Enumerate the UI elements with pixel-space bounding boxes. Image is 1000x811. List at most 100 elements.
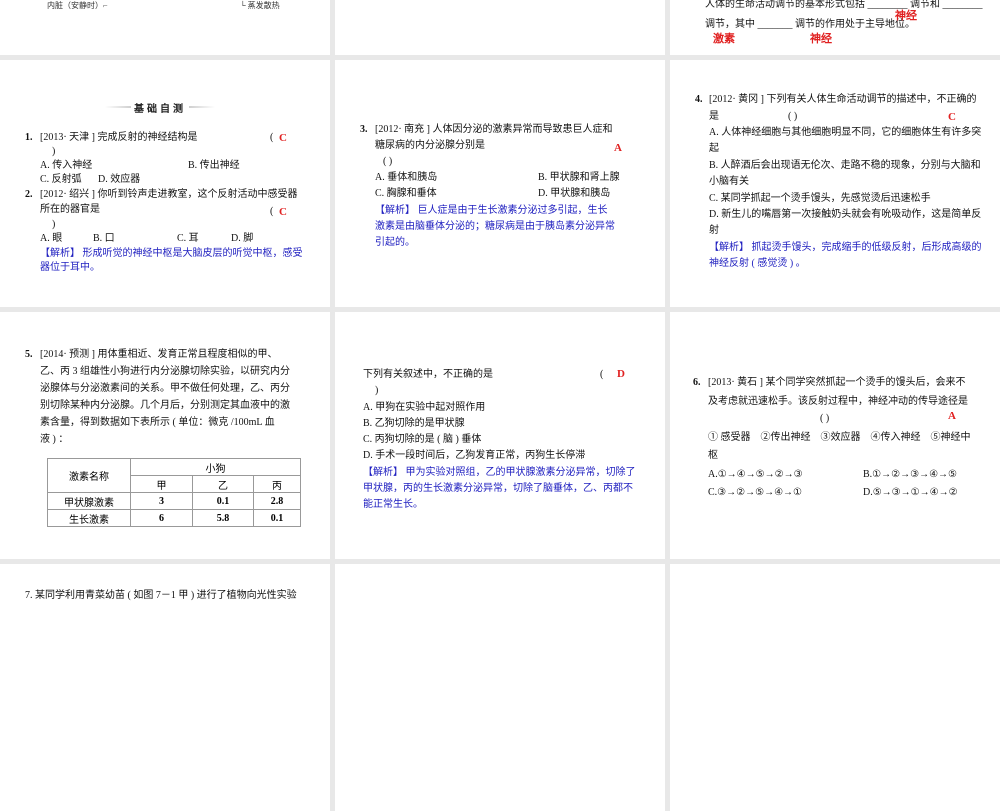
question-number: 1. — [25, 132, 33, 143]
answer-text: A — [614, 142, 622, 154]
option: A. 眼 — [40, 233, 63, 244]
answer-text: C — [948, 111, 956, 123]
option: B.①→②→③→④→⑤ — [863, 469, 957, 480]
option: D.⑤→③→①→④→② — [863, 487, 958, 498]
option: D. 手术一段时间后，乙狗发育正常，丙狗生长停滞 — [363, 450, 586, 461]
table-header: 激素名称 — [47, 458, 131, 493]
question-text: [2013· 天津 ] 完成反射的神经结构是 — [40, 132, 198, 143]
paren: ) — [52, 146, 56, 157]
table-cell: 0.1 — [253, 509, 301, 527]
answer-text: D — [617, 368, 625, 380]
answer-text: C — [279, 132, 287, 144]
question-number: 4. — [695, 94, 703, 105]
option: C.③→②→⑤→④→① — [708, 487, 802, 498]
analysis-text: 引起的。 — [375, 237, 415, 248]
option: A. 垂体和胰岛 — [375, 172, 438, 183]
paren: ) — [52, 219, 56, 230]
option: D. 效应器 — [98, 174, 141, 185]
slide-thumbnail-6[interactable]: 5. [2014· 预测 ] 用体重相近、发育正常且程度相似的甲、 乙、丙 3 … — [0, 312, 330, 559]
slide-thumbnail-9[interactable]: 7. 某同学利用青菜幼苗 ( 如图 7－1 甲 ) 进行了植物向光性实验 — [0, 564, 330, 811]
analysis-text: 【解析】 形成听觉的神经中枢是大脑皮层的听觉中枢，感受 — [40, 248, 303, 259]
analysis-text: 【解析】 甲为实验对照组，乙的甲状腺激素分泌异常，切除了 — [363, 467, 636, 478]
table-row: 生长激素 6 5.8 0.1 — [47, 509, 301, 527]
table-cell: 0.1 — [192, 492, 254, 510]
section-banner: 基础自测 — [105, 100, 215, 115]
question-text: ① 感受器 ②传出神经 ③效应器 ④传入神经 ⑤神经中 — [708, 432, 971, 443]
banner-title: 基础自测 — [131, 100, 189, 115]
question-text: 枢 — [708, 450, 718, 461]
hormone-table: 激素名称 小狗 甲 乙 丙 甲状腺激素 3 0.1 2.8 生长激素 6 5.8… — [47, 458, 301, 527]
paren: ( — [270, 206, 274, 217]
option: B. 传出神经 — [188, 160, 240, 171]
question-text: 是 — [709, 111, 719, 122]
question-text: [2014· 预测 ] 用体重相近、发育正常且程度相似的甲、 — [40, 349, 278, 360]
slide-thumbnail-4[interactable]: 3. [2012· 南充 ] 人体因分泌的激素异常而导致患巨人症和 糖尿病的内分… — [335, 60, 665, 307]
option: C. 反射弧 — [40, 174, 82, 185]
paren: ( ) — [820, 413, 830, 424]
table-cell: 生长激素 — [47, 509, 131, 527]
analysis-text: 激素是由脑垂体分泌的；糖尿病是由于胰岛素分泌异常 — [375, 221, 615, 232]
question-text: [2012· 南充 ] 人体因分泌的激素异常而导致患巨人症和 — [375, 124, 613, 135]
question-text: 及考虑就迅速松手。该反射过程中，神经冲动的传导途径是 — [708, 396, 968, 407]
answer-text: 激素 — [713, 33, 735, 45]
option: B. 口 — [93, 233, 115, 244]
slide-thumbnail-5[interactable]: 4. [2012· 黄冈 ] 下列有关人体生命活动调节的描述中，不正确的 是 (… — [670, 60, 1000, 307]
slide-thumbnail-3[interactable]: 基础自测 1. [2013· 天津 ] 完成反射的神经结构是 ( C ) A. … — [0, 60, 330, 307]
table-cell: 6 — [130, 509, 193, 527]
question-text: 乙、丙 3 组雄性小狗进行内分泌腺切除实验，以研究内分 — [40, 366, 290, 377]
slide-thumbnail-10[interactable] — [335, 564, 665, 811]
slide-thumbnail-7[interactable]: 下列有关叙述中，不正确的是 ( D ) A. 甲狗在实验中起对照作用 B. 乙狗… — [335, 312, 665, 559]
option-line: 小脑有关 — [709, 176, 749, 187]
option: B. 乙狗切除的是甲状腺 — [363, 418, 465, 429]
table-cell: 3 — [130, 492, 193, 510]
slide-thumbnail-8[interactable]: 6. [2013· 黄石 ] 某个同学突然抓起一个烫手的馒头后，会来不 及考虑就… — [670, 312, 1000, 559]
question-number: 2. — [25, 189, 33, 200]
analysis-text: 器位于耳中。 — [40, 262, 100, 273]
paren: ( — [270, 132, 274, 143]
option: B. 甲状腺和肾上腺 — [538, 172, 620, 183]
answer-text: 神经 — [810, 33, 832, 45]
slide-thumbnail-2[interactable]: 人体的生命活动调节的基本形式包括 ________ 调节和 ________ 调… — [670, 0, 1000, 55]
question-text: [2012· 黄冈 ] 下列有关人体生命活动调节的描述中，不正确的 — [709, 94, 977, 105]
question-number: 5. — [25, 349, 33, 360]
table-header: 乙 — [192, 475, 254, 493]
question-number: 3. — [360, 124, 368, 135]
option-line: D. 新生儿的嘴唇第一次接触奶头就会有吮吸动作，这是简单反 — [709, 209, 982, 220]
option-line: B. 人醉酒后会出现语无伦次、走路不稳的现象，分别与大脑和 — [709, 160, 981, 171]
option: A.①→④→⑤→②→③ — [708, 469, 803, 480]
question-text: 泌腺体与分泌激素间的关系。甲不做任何处理，乙、丙分 — [40, 383, 290, 394]
question-text: 所在的器官是 — [40, 204, 100, 215]
paren: ( ) — [788, 111, 798, 122]
paren: ( — [600, 369, 604, 380]
question-text: 人体的生命活动调节的基本形式包括 ________ 调节和 ________ — [705, 0, 983, 10]
slide-thumbnail-0[interactable]: 内脏（安静时）⌐ └ 蒸发散热 — [0, 0, 330, 55]
question-text: [2012· 绍兴 ] 你听到铃声走进教室，这个反射活动中感受器 — [40, 189, 298, 200]
question-text: 液 ) ： — [40, 434, 69, 445]
table-cell: 5.8 — [192, 509, 254, 527]
question-text: 糖尿病的内分泌腺分别是 — [375, 140, 485, 151]
question-text: [2013· 黄石 ] 某个同学突然抓起一个烫手的馒头后，会来不 — [708, 377, 966, 388]
question-text: 素含量，得到数据如下表所示 ( 单位：微克 /100mL 血 — [40, 417, 275, 428]
table-cell: 2.8 — [253, 492, 301, 510]
question-text: 调节，其中 _______ 调节的作用处于主导地位。 — [705, 19, 915, 30]
answer-text: A — [948, 410, 956, 422]
table-header: 小狗 — [130, 458, 301, 476]
option-line: 起 — [709, 143, 719, 154]
option: A. 甲狗在实验中起对照作用 — [363, 402, 486, 413]
option: C. 胸腺和垂体 — [375, 188, 437, 199]
analysis-text: 甲状腺，丙的生长激素分泌异常，切除了脑垂体，乙、丙都不 — [363, 483, 633, 494]
analysis-text: 【解析】 抓起烫手馒头，完成缩手的低级反射，后形成高级的 — [709, 242, 982, 253]
option-line: 射 — [709, 225, 719, 236]
option: C. 耳 — [177, 233, 199, 244]
question-text: 下列有关叙述中，不正确的是 — [363, 369, 493, 380]
table-header: 丙 — [253, 475, 301, 493]
slide-thumbnail-1[interactable] — [335, 0, 665, 55]
analysis-text: 能正常生长。 — [363, 499, 423, 510]
option-line: C. 某同学抓起一个烫手馒头，先感觉烫后迅速松手 — [709, 193, 931, 204]
question-text: 7. 某同学利用青菜幼苗 ( 如图 7－1 甲 ) 进行了植物向光性实验 — [25, 590, 297, 601]
table-row: 甲状腺激素 3 0.1 2.8 — [47, 492, 301, 510]
slide-thumbnail-11[interactable] — [670, 564, 1000, 811]
paren: ) — [375, 385, 379, 396]
answer-text: 神经 — [895, 10, 917, 22]
analysis-text: 神经反射 ( 感觉烫 ) 。 — [709, 258, 806, 269]
